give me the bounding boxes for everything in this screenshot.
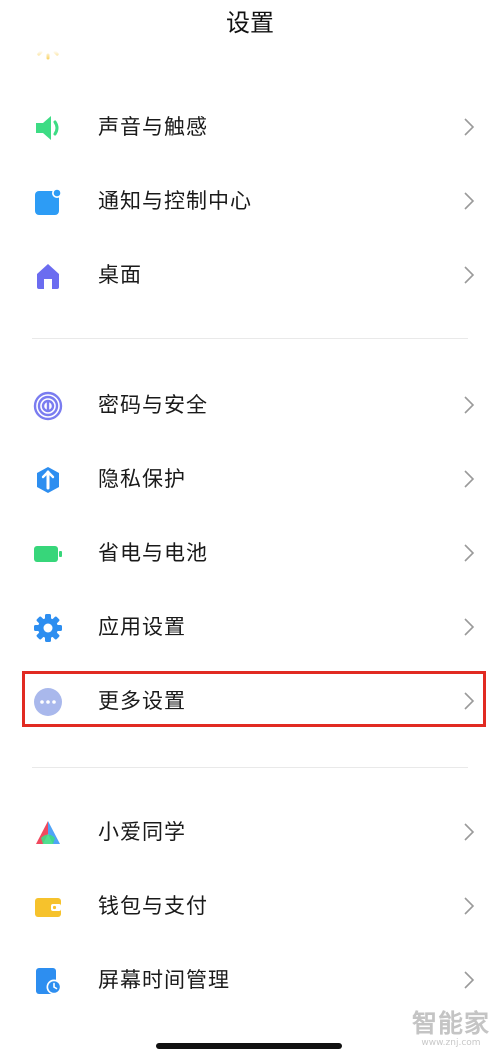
screen-time-icon [33,966,63,996]
settings-item-label: 声音与触感 [98,115,208,139]
home-indicator[interactable] [156,1043,342,1049]
settings-item-label: 应用设置 [98,615,186,639]
settings-item-label: 省电与电池 [98,541,208,565]
chevron-right-icon [462,894,476,918]
group-divider [32,338,468,339]
chevron-right-icon [462,263,476,287]
wallet-icon [33,892,63,922]
chevron-right-icon [462,968,476,992]
home-icon [33,261,63,291]
settings-item-label: 钱包与支付 [98,894,208,918]
notification-icon [33,187,63,217]
chevron-right-icon [462,820,476,844]
settings-item-app-settings[interactable]: 应用设置 [0,597,500,657]
watermark-brand: 智能家 [411,1009,490,1038]
settings-item-label: 密码与安全 [98,393,208,417]
settings-item-desktop[interactable]: 桌面 [0,245,500,305]
settings-item-sound[interactable]: 声音与触感 [0,97,500,157]
highlight-box [22,671,486,727]
settings-item-label: 隐私保护 [98,467,186,491]
settings-item-notifications[interactable]: 通知与控制中心 [0,171,500,231]
settings-item-xiaoai[interactable]: 小爱同学 [0,802,500,862]
settings-item-password-security[interactable]: 密码与安全 [0,375,500,435]
settings-item-label: 桌面 [98,263,142,287]
chevron-right-icon [462,189,476,213]
settings-item-label: 屏幕时间管理 [98,968,230,992]
speaker-icon [33,113,63,143]
battery-icon [33,539,63,569]
settings-item-screen-time[interactable]: 屏幕时间管理 [0,950,500,1010]
chevron-right-icon [462,393,476,417]
privacy-shield-icon [33,465,63,495]
settings-item-privacy[interactable]: 隐私保护 [0,449,500,509]
chevron-right-icon [462,615,476,639]
settings-item-label: 小爱同学 [98,820,186,844]
chevron-right-icon [462,467,476,491]
settings-item-battery[interactable]: 省电与电池 [0,523,500,583]
watermark-site: www.znj.com [421,1038,481,1048]
settings-screen: 设置 显示 [0,0,500,1057]
fingerprint-icon [33,391,63,421]
gear-icon [33,613,63,643]
settings-item-wallet[interactable]: 钱包与支付 [0,876,500,936]
watermark: 智能家 www.znj.com [406,1010,496,1049]
chevron-right-icon [462,115,476,139]
xiaoai-icon [33,818,63,848]
settings-item-label: 通知与控制中心 [98,189,252,213]
page-title: 设置 [226,9,274,37]
chevron-right-icon [462,541,476,565]
group-divider [32,767,468,768]
